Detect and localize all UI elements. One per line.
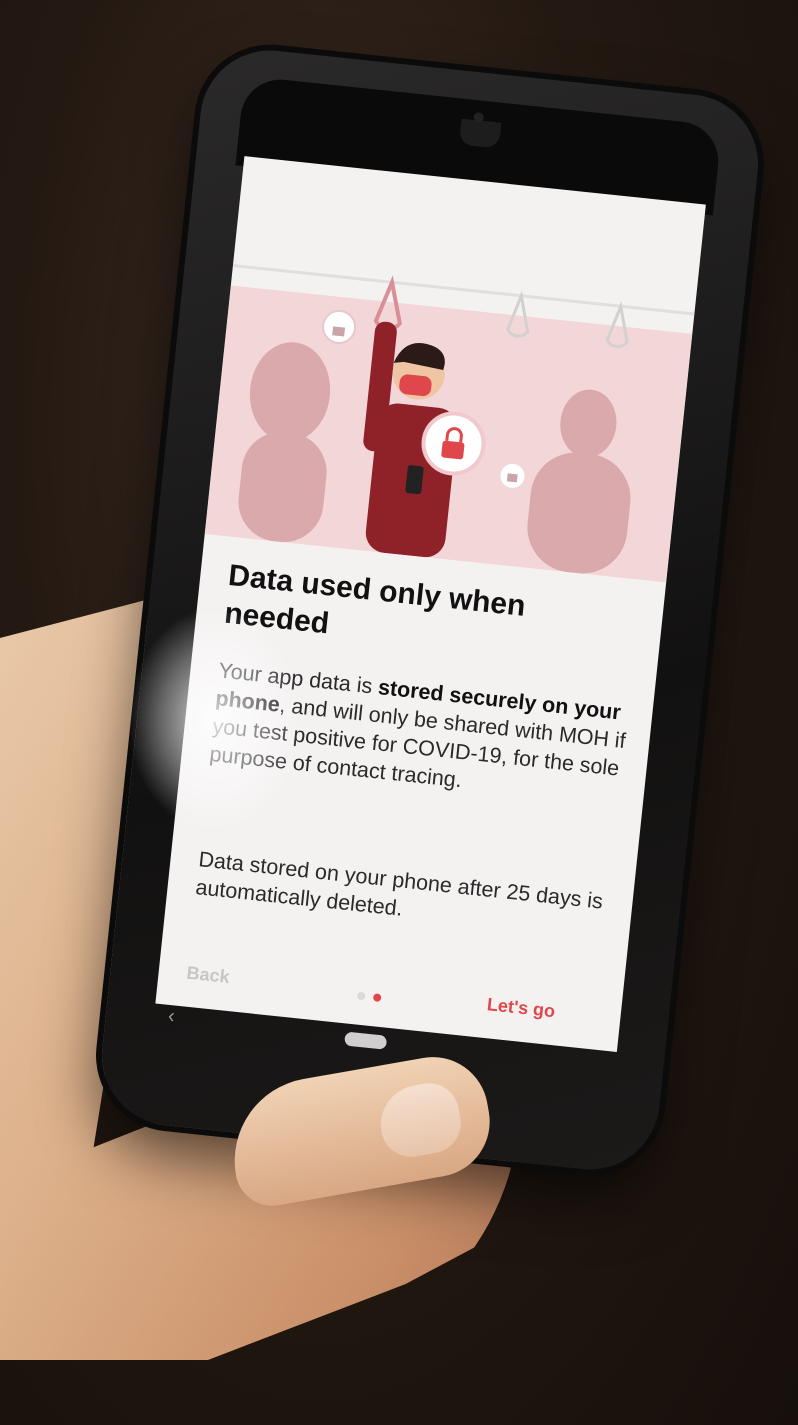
page-title: Data used only when needed: [222, 558, 528, 641]
phone: Data used only when needed Your app data…: [95, 43, 765, 1177]
lets-go-button[interactable]: Let's go: [486, 994, 556, 1022]
camera-notch: [458, 118, 502, 149]
home-pill[interactable]: [344, 1031, 388, 1050]
face-mask-icon: [399, 374, 432, 397]
back-button[interactable]: Back: [186, 963, 231, 988]
phone-in-hand-icon: [405, 465, 424, 495]
pagination-dots: [356, 987, 390, 1008]
nav-back-icon[interactable]: ‹: [167, 1005, 176, 1029]
page-dot-2: [372, 993, 382, 1002]
photo-scene: Data used only when needed Your app data…: [0, 0, 798, 1425]
privacy-paragraph: Your app data is stored securely on your…: [208, 656, 637, 811]
commute-illustration: [204, 264, 695, 583]
retention-paragraph: Data stored on your phone after 25 days …: [194, 847, 605, 921]
app-screen: Data used only when needed Your app data…: [155, 156, 706, 1052]
page-dot-1: [356, 991, 366, 1001]
